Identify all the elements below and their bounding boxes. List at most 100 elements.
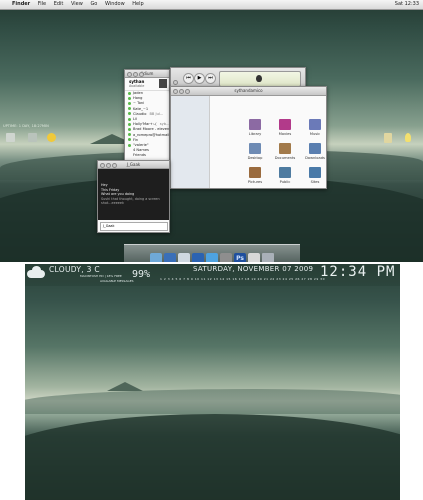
documents-folder-icon bbox=[279, 143, 291, 154]
finder-item-movies[interactable]: Movies bbox=[271, 119, 299, 136]
battery-percent: 99% bbox=[132, 269, 151, 280]
weather-text: CLOUDY, 3 C bbox=[49, 265, 100, 274]
finder-item-downloads[interactable]: Downloads bbox=[301, 143, 326, 160]
date-text: SATURDAY, NOVEMBER 07 2009 bbox=[193, 265, 314, 273]
menubar-clock[interactable]: Sat 12:33 bbox=[395, 0, 419, 9]
finder-sidebar bbox=[171, 96, 210, 188]
chat-input[interactable]: J_Gaak bbox=[100, 222, 168, 231]
messages-line: AVAILABLE MESSAGES bbox=[100, 279, 134, 283]
downloads-folder-icon bbox=[309, 143, 321, 154]
previous-track-icon[interactable]: ⏮ bbox=[183, 73, 194, 84]
status-dot-icon bbox=[128, 117, 131, 121]
desktop-folder-icon bbox=[249, 143, 261, 154]
clock-text: 12:34 PM bbox=[320, 264, 396, 280]
desktop-widget-icon-2[interactable] bbox=[28, 133, 37, 142]
status-dot-icon bbox=[128, 107, 131, 111]
buddy-name: Brad Moore - eleven bbox=[133, 127, 170, 132]
buddy-side-text: BB Jul... bbox=[149, 111, 164, 116]
menu-file[interactable]: File bbox=[38, 1, 46, 7]
finder-item-pictures[interactable]: Pictures bbox=[241, 167, 269, 184]
chat-input-text: J_Gaak bbox=[103, 224, 115, 228]
buddy-name: Friends bbox=[133, 153, 146, 158]
desktop-widget-icon-1[interactable] bbox=[6, 133, 15, 142]
dock-app-icon[interactable] bbox=[220, 253, 232, 262]
finder-item-documents[interactable]: Documents bbox=[271, 143, 299, 160]
finder-item-label: Desktop bbox=[247, 156, 263, 160]
desktop-drive-icon[interactable] bbox=[384, 133, 392, 143]
finder-item-label: Documents bbox=[274, 156, 296, 160]
status-dot-icon bbox=[128, 133, 131, 137]
finder-item-music[interactable]: Music bbox=[301, 119, 326, 136]
chat-titlebar[interactable]: J_Gaak bbox=[98, 161, 169, 169]
desktop-widget-icon-3[interactable] bbox=[47, 133, 56, 142]
buddy-name: Lil bbox=[133, 117, 137, 122]
play-icon[interactable]: ▶ bbox=[194, 73, 205, 84]
status-dot-icon bbox=[128, 96, 131, 100]
dock-icons: Ps bbox=[124, 245, 300, 262]
menu-edit[interactable]: Edit bbox=[54, 1, 64, 7]
dock: Ps bbox=[124, 244, 300, 262]
status-dot-icon bbox=[128, 112, 131, 116]
buddy-name: Hong bbox=[133, 96, 143, 101]
status-dot-icon bbox=[128, 143, 131, 147]
music-folder-icon bbox=[309, 119, 321, 130]
adium-user-status[interactable]: Available bbox=[129, 84, 144, 88]
menu-finder[interactable]: Finder bbox=[12, 1, 30, 7]
menu-window[interactable]: Window bbox=[105, 1, 125, 7]
finder-window: sythandamico Library Movies Music Desktop Do… bbox=[170, 86, 327, 189]
dock-app-icon[interactable] bbox=[150, 253, 162, 262]
finder-titlebar[interactable]: sythandamico bbox=[171, 87, 326, 96]
menu-go[interactable]: Go bbox=[90, 1, 97, 7]
desktop-screenshot-1: Finder File Edit View Go Window Help Sat… bbox=[0, 0, 423, 262]
menu-bar: Finder File Edit View Go Window Help Sat… bbox=[0, 0, 423, 10]
dock-app-icon[interactable] bbox=[262, 253, 274, 262]
buddy-list: Jaden Hong ~ Toni Kate_~1 Claudio BB Jul... Li… bbox=[125, 91, 169, 159]
itunes-lcd-display[interactable] bbox=[219, 71, 301, 87]
dock-app-icon[interactable] bbox=[192, 253, 204, 262]
dock-app-icon[interactable] bbox=[178, 253, 190, 262]
finder-item-label: Public bbox=[279, 180, 291, 184]
status-dot-icon bbox=[128, 127, 131, 131]
next-track-icon[interactable]: ⏭ bbox=[205, 73, 216, 84]
status-dot-icon bbox=[128, 91, 131, 95]
finder-item-label: Pictures bbox=[247, 180, 263, 184]
buddy-name: ~ Toni bbox=[133, 101, 145, 106]
finder-item-desktop[interactable]: Desktop bbox=[241, 143, 269, 160]
buddy-list-item[interactable]: Friends bbox=[125, 153, 169, 158]
dock-app-icon[interactable] bbox=[206, 253, 218, 262]
buddy-name: "valerie" bbox=[133, 143, 149, 148]
status-dot-icon bbox=[128, 149, 131, 152]
sites-folder-icon bbox=[309, 167, 321, 178]
buddy-name: Fin bbox=[133, 137, 139, 142]
finder-item-library[interactable]: Library bbox=[241, 119, 269, 136]
finder-item-label: Library bbox=[248, 132, 262, 136]
apple-logo-icon bbox=[256, 75, 262, 82]
finder-item-label: Movies bbox=[278, 132, 292, 136]
chat-transcript: Hey This Friday What are you doing Sushi… bbox=[98, 169, 169, 220]
cloud-icon-puff bbox=[32, 266, 41, 274]
movies-folder-icon bbox=[279, 119, 291, 130]
dock-app-icon[interactable] bbox=[164, 253, 176, 262]
hills-layer bbox=[25, 389, 400, 414]
buddy-name: Jaden bbox=[133, 91, 144, 95]
dock-app-icon[interactable] bbox=[248, 253, 260, 262]
buddy-side-text: syb... bbox=[159, 122, 170, 127]
hills-layer-dark bbox=[25, 414, 400, 500]
finder-item-label: Sites bbox=[310, 180, 320, 184]
photoshop-icon[interactable]: Ps bbox=[234, 253, 246, 262]
chat-title: J_Gaak bbox=[126, 162, 141, 167]
desktop-bulb-icon[interactable] bbox=[405, 133, 411, 142]
status-dot-icon bbox=[128, 122, 131, 126]
uptime-label: UPTIME: 1 DAY, 18:27MIN bbox=[3, 124, 49, 128]
menu-view[interactable]: View bbox=[71, 1, 83, 7]
menu-help[interactable]: Help bbox=[132, 1, 143, 7]
finder-item-label: Music bbox=[309, 132, 321, 136]
library-folder-icon bbox=[249, 119, 261, 130]
adium-titlebar[interactable]: Adium bbox=[125, 70, 169, 78]
buddy-name: Claudio bbox=[133, 111, 147, 116]
public-folder-icon bbox=[279, 167, 291, 178]
finder-item-public[interactable]: Public bbox=[271, 167, 299, 184]
adium-window: Adium sythan Available Jaden Hong ~ Toni Ka… bbox=[124, 69, 170, 162]
finder-item-sites[interactable]: Sites bbox=[301, 167, 326, 184]
buddy-name: a_romepro@hotmail bbox=[133, 132, 170, 137]
